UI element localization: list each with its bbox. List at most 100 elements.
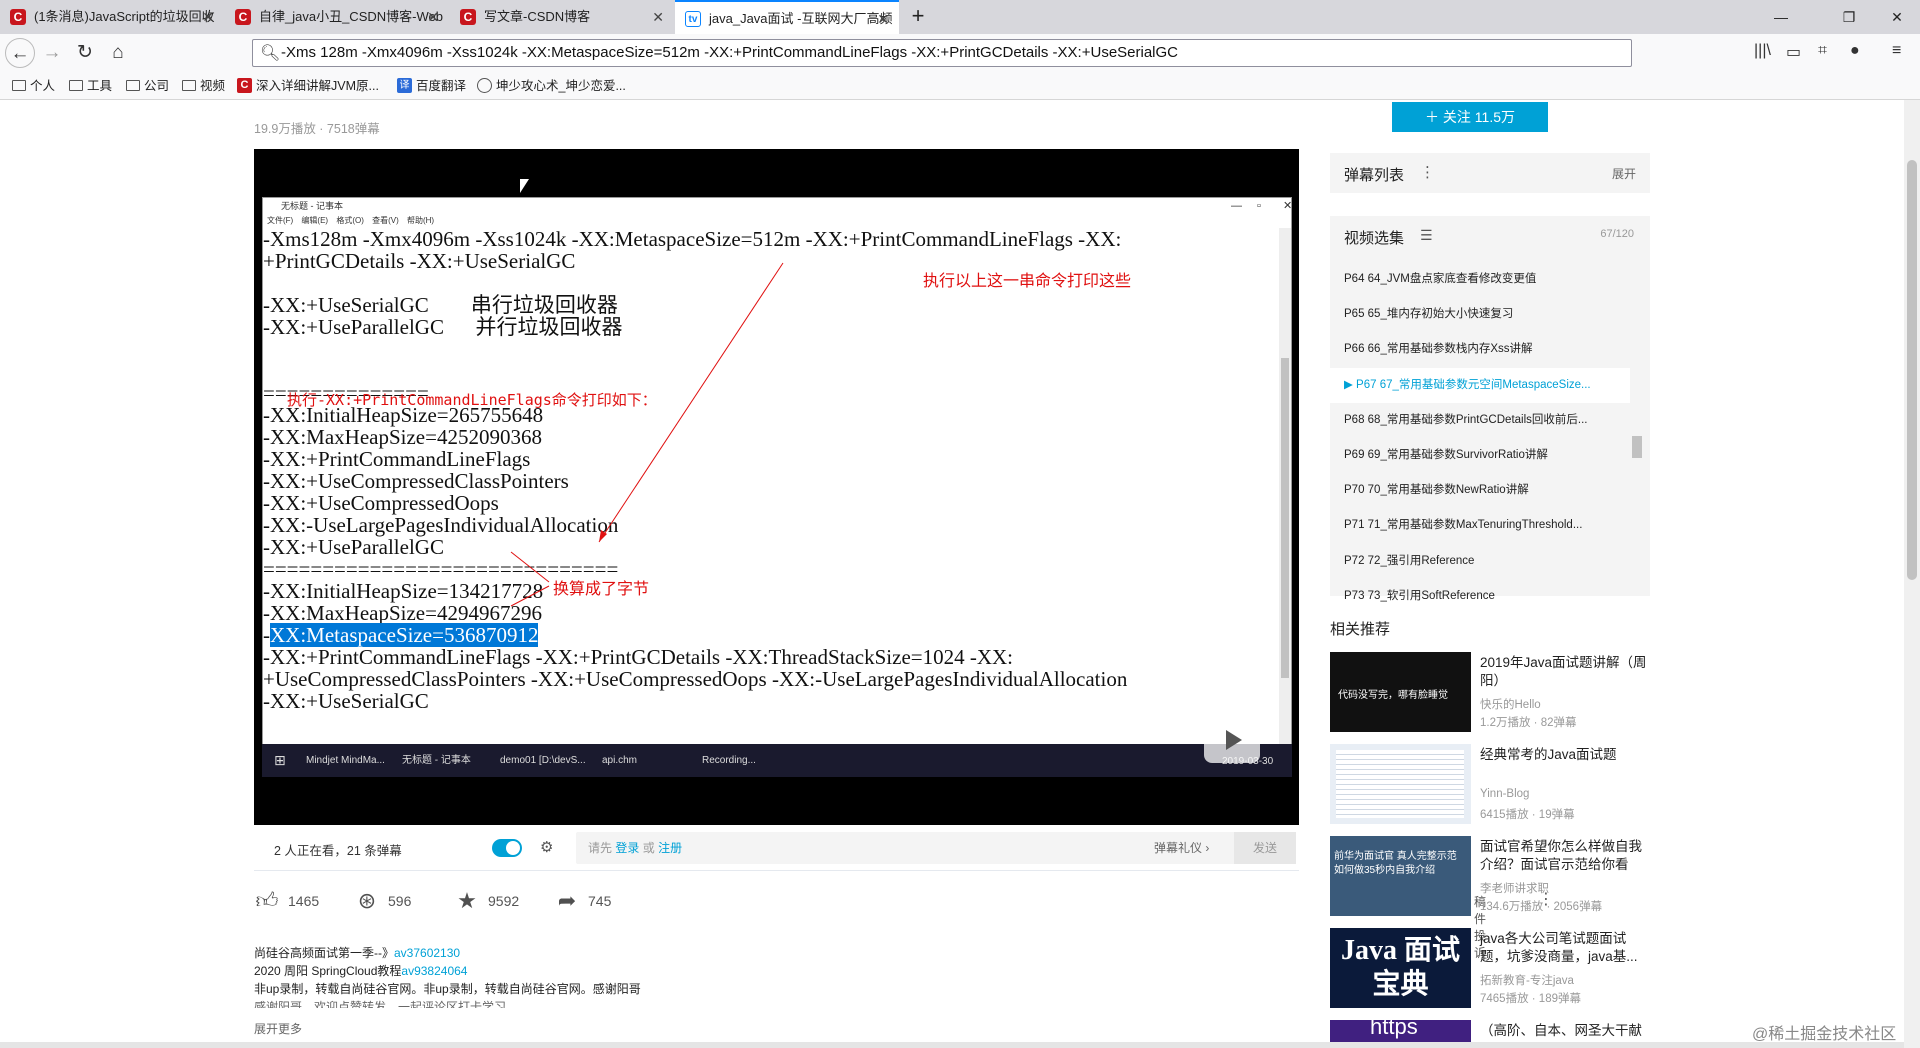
send-button[interactable]: 发送 [1234,832,1296,864]
danmaku-expand-button[interactable]: 展开 [1612,165,1636,182]
minimize-icon[interactable]: — [1758,0,1804,34]
thumbnail-text: 代码没写完，哪有脸睡觉 [1338,690,1448,701]
csdn-icon: C [235,9,251,25]
related-video[interactable]: Java 面试宝典 java各大公司笔试题面试题，坑爹没商量，java基... … [1330,928,1650,1008]
account-icon[interactable]: ● [1850,42,1860,60]
back-button[interactable]: ← [5,38,35,68]
related-video[interactable]: 经典常考的Java面试题 Yinn-Blog 6415播放 · 19弹幕 [1330,744,1650,824]
bookmark-link[interactable]: 译百度翻译 [396,76,466,96]
csdn-icon: C [460,9,476,25]
reload-button[interactable]: ↻ [70,38,100,68]
related-video-title[interactable]: java各大公司笔试题面试题，坑爹没商量，java基... [1480,930,1650,966]
home-button[interactable]: ⌂ [103,38,133,68]
video-thumbnail[interactable] [1330,744,1471,824]
related-video[interactable]: 前华为面试官 真人完整示范 如何做35秒内自我介绍 面试官希望你怎么样做自我介绍… [1330,836,1650,916]
related-video[interactable]: 代码没写完，哪有脸睡觉 2019年Java面试题讲解（周阳） 快乐的Hello … [1330,652,1650,732]
new-tab-button[interactable]: + [906,0,930,34]
video-thumbnail[interactable]: https [1330,1020,1471,1042]
address-text: -Xms 128m -Xmx4096m -Xss1024k -XX:Metasp… [281,44,1179,61]
share-button[interactable]: ➦ 745 [554,889,612,913]
play-icon[interactable] [1204,717,1260,763]
danmaku-input[interactable]: 请先 登录 或 注册 [576,832,1156,864]
coin-icon: ⊛ [357,888,377,913]
related-video[interactable]: https （高阶、自本、网圣大干献 [1330,1020,1650,1042]
playlist-item[interactable]: P69 69_常用基础参数SurvivorRatio讲解 [1330,438,1630,473]
video-player[interactable]: 无标题 - 记事本 — ▫ ✕ 文件(F) 编辑(E) 格式(O) 查看(V) … [254,149,1299,825]
bookmark-link[interactable]: C 深入详细讲解JVM原... [236,76,379,96]
register-link[interactable]: 注册 [658,841,682,855]
uploader-name[interactable]: 拓新教育-专注java [1480,972,1574,988]
playlist-item[interactable]: P65 65_堆内存初始大小快速复习 [1330,297,1630,332]
browser-tab-1[interactable]: C (1条消息)JavaScript的垃圾回收 ✕ [0,0,224,34]
star-icon: ★ [457,888,477,913]
related-video-title[interactable]: 面试官希望你怎么样做自我介绍？面试官示范给你看 [1480,838,1650,874]
desc-link[interactable]: av93824064 [401,964,467,978]
close-icon[interactable]: ✕ [427,0,439,34]
mouse-cursor-icon [520,179,529,193]
related-video-title[interactable]: 经典常考的Java面试题 [1480,746,1650,764]
danmaku-toggle[interactable] [492,839,522,857]
bookmark-label: 视频 [200,79,226,93]
related-video-title[interactable]: 2019年Java面试题讲解（周阳） [1480,654,1650,690]
favorite-count: 9592 [488,893,520,909]
browser-tab-active[interactable]: tv java_Java面试 -互联网大厂高频 ✕ [675,0,899,34]
playlist-item[interactable]: P71 71_常用基础参数MaxTenuringThreshold... [1330,508,1630,543]
taskbar-item: demo01 [D:\devS... [500,755,586,766]
playlist-item[interactable]: P66 66_常用基础参数栈内存Xss讲解 [1330,332,1630,367]
forward-button[interactable]: → [37,38,67,68]
danmaku-etiquette-link[interactable]: 弹幕礼仪 › [1154,832,1234,864]
playlist-scrollbar[interactable] [1630,256,1644,596]
bookmark-label: 个人 [30,79,56,93]
uploader-name[interactable]: 快乐的Hello [1480,696,1541,712]
library-icon[interactable]: |||\ [1754,42,1771,60]
menu-icon[interactable]: ≡ [1892,42,1901,60]
playlist-item[interactable]: P73 73_软引用SoftReference [1330,579,1630,614]
coin-button[interactable]: ⊛ 596 [354,888,412,913]
favorite-button[interactable]: ★ 9592 [454,889,519,913]
bookmark-link[interactable]: 坤少攻心术_坤少恋爱... [476,76,626,96]
like-button[interactable]: 👍︎ 1465 [254,889,320,913]
browser-tab-3[interactable]: C 写文章-CSDN博客 ✕ [450,0,674,34]
browser-tab-2[interactable]: C 自律_java小丑_CSDN博客-Web ✕ [225,0,449,34]
bookmark-folder[interactable]: 个人 [10,76,55,96]
close-icon[interactable]: ✕ [202,0,214,34]
uploader-name[interactable]: 李老师讲求职 [1480,880,1549,896]
playlist-item-current[interactable]: ▶ P67 67_常用基础参数元空间MetaspaceSize... [1330,367,1630,403]
danmaku-settings-icon[interactable]: ⚙ [540,838,560,856]
bookmark-folder[interactable]: 视频 [180,76,225,96]
taskbar-item: api.chm [602,755,638,766]
danmaku-list-panel[interactable]: 弹幕列表 ⋮ 展开 [1330,153,1650,193]
follow-label: 关注 11.5万 [1442,109,1515,125]
horizontal-scrollbar[interactable] [0,1042,1904,1048]
playlist-item[interactable]: P72 72_强引用Reference [1330,544,1630,579]
uploader-name[interactable]: Yinn-Blog [1480,788,1529,800]
expand-more-link[interactable]: 展开更多 [254,1020,302,1037]
restore-icon[interactable]: ❐ [1826,0,1872,34]
playlist-item[interactable]: P70 70_常用基础参数NewRatio讲解 [1330,473,1630,508]
login-link[interactable]: 登录 [615,841,639,855]
playlist-item[interactable]: P68 68_常用基础参数PrintGCDetails回收前后... [1330,403,1630,438]
screenshot-icon[interactable]: ⌗ [1818,42,1827,60]
playlist-panel: 视频选集 ☰ 67/120 P64 64_JVM盘点家底查看修改变更值 P65 … [1330,216,1650,602]
playlist-item[interactable]: P64 64_JVM盘点家底查看修改变更值 [1330,262,1630,297]
page-scrollbar[interactable] [1904,100,1920,1048]
close-icon[interactable]: ✕ [877,2,889,34]
video-actions: 👍︎ 1465 ⊛ 596 ★ 9592 ➦ 745 稿件投诉 ⋮ [254,885,1555,961]
video-thumbnail[interactable]: 代码没写完，哪有脸睡觉 [1330,652,1471,732]
thumbnail-text: https [1370,1020,1418,1039]
desc-link[interactable]: av37602130 [394,946,460,960]
video-thumbnail[interactable]: 前华为面试官 真人完整示范 如何做35秒内自我介绍 [1330,836,1471,916]
address-bar[interactable]: 🔍︎ -Xms 128m -Xmx4096m -Xss1024k -XX:Met… [252,39,1632,67]
window-close-icon[interactable]: ✕ [1874,0,1920,34]
bookmarks-bar: 个人 工具 公司 视频 C 深入详细讲解JVM原... 译百度翻译 坤少攻心术_坤… [0,72,1920,100]
more-icon[interactable]: ⋮ [1420,163,1435,181]
sidebar-icon[interactable]: ▭ [1786,42,1801,62]
video-thumbnail[interactable]: Java 面试宝典 [1330,928,1471,1008]
follow-button[interactable]: ＋ 关注 11.5万 [1392,102,1548,132]
bookmark-folder[interactable]: 公司 [124,76,169,96]
close-icon[interactable]: ✕ [652,0,664,34]
related-video-title[interactable]: （高阶、自本、网圣大干献 [1480,1022,1650,1040]
watermark: @稀土掘金技术社区 [1752,1026,1897,1043]
tab-label: (1条消息)JavaScript的垃圾回收 [34,9,215,24]
bookmark-folder[interactable]: 工具 [67,76,112,96]
